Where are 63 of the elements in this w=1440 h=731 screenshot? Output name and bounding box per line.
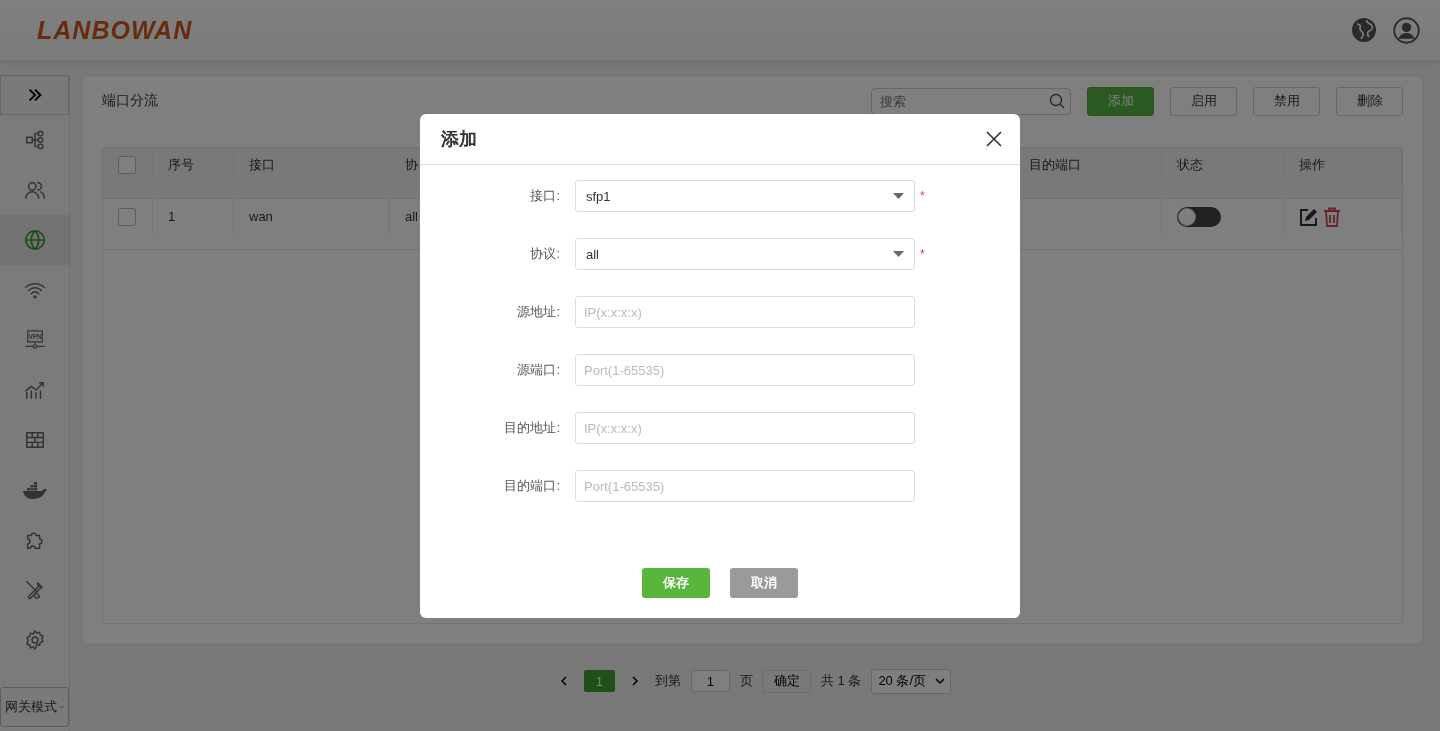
page-size-select[interactable]: 20 条/页 (871, 668, 952, 694)
chart-icon (23, 379, 46, 401)
column-header: 接口 (249, 156, 275, 174)
required-mark: * (920, 189, 925, 203)
sidebar-item[interactable] (0, 215, 69, 265)
table-cell: wan (249, 209, 273, 224)
edit-icon[interactable] (1299, 206, 1319, 227)
field-label: 接口: (529, 187, 561, 205)
total-count: 共 1 条 (820, 672, 862, 690)
select-field[interactable]: all (575, 238, 915, 270)
page-title: 端口分流 (102, 92, 158, 110)
mode-select[interactable]: 网关模式 (0, 687, 69, 727)
required-mark: * (920, 247, 925, 261)
settings-icon (23, 629, 46, 651)
field-label: 目的端口: (503, 477, 561, 495)
chevron-down-icon (934, 675, 947, 687)
toolbar-button[interactable]: 禁用 (1253, 86, 1320, 116)
search-icon (1049, 92, 1065, 109)
whale-icon (21, 479, 48, 501)
table-cell: all (405, 209, 418, 224)
close-button[interactable] (986, 131, 1002, 147)
field-label: 源端口: (516, 361, 561, 379)
goto-label: 到第 (654, 672, 681, 690)
checkbox[interactable] (118, 207, 136, 226)
column-header: 序号 (168, 156, 194, 174)
select-field[interactable]: sfp1 (575, 180, 915, 212)
input-field[interactable]: Port(1-65535) (575, 354, 915, 386)
column-header: 操作 (1299, 156, 1325, 174)
users-icon (23, 179, 46, 201)
save-button[interactable]: 保存 (642, 568, 710, 598)
trash-icon[interactable] (1323, 206, 1341, 227)
tools-icon (23, 579, 46, 601)
column-header: 协 (405, 156, 418, 174)
page-unit: 页 (739, 672, 753, 690)
expand-sidebar-button[interactable] (0, 75, 69, 115)
search-field[interactable]: 搜索 (871, 87, 1071, 115)
brick-wall-icon (23, 429, 46, 451)
toolbar-button[interactable]: 启用 (1170, 86, 1237, 116)
input-field[interactable]: IP(x:x:x:x) (575, 412, 915, 444)
page-input[interactable]: 1 (690, 670, 730, 692)
input-field[interactable]: Port(1-65535) (575, 470, 915, 502)
network-tree-icon (23, 129, 46, 151)
table-cell: 1 (168, 209, 176, 224)
column-header: 状态 (1177, 156, 1203, 174)
dialog-title: 添加 (441, 128, 477, 151)
field-label: 源地址: (516, 303, 561, 321)
toolbar-button[interactable]: 删除 (1336, 86, 1403, 116)
globe-icon (23, 229, 46, 251)
field-label: 目的地址: (503, 419, 561, 437)
user-avatar-icon[interactable] (1393, 16, 1420, 44)
checkbox[interactable] (118, 156, 136, 174)
dropdown-arrow-icon (893, 193, 904, 199)
column-header: 目的端口 (1029, 156, 1081, 174)
confirm-button[interactable]: 确定 (762, 669, 811, 693)
field-label: 协议: (529, 245, 561, 263)
input-field[interactable]: IP(x:x:x:x) (575, 296, 915, 328)
double-chevron-icon (26, 87, 43, 103)
page-button[interactable]: 1 (583, 670, 615, 692)
dropdown-arrow-icon (893, 251, 904, 257)
globe-icon[interactable] (1351, 17, 1377, 43)
cancel-button[interactable]: 取消 (730, 568, 798, 598)
logo: LANBOWAN (37, 15, 193, 45)
status-toggle[interactable] (1177, 206, 1221, 227)
